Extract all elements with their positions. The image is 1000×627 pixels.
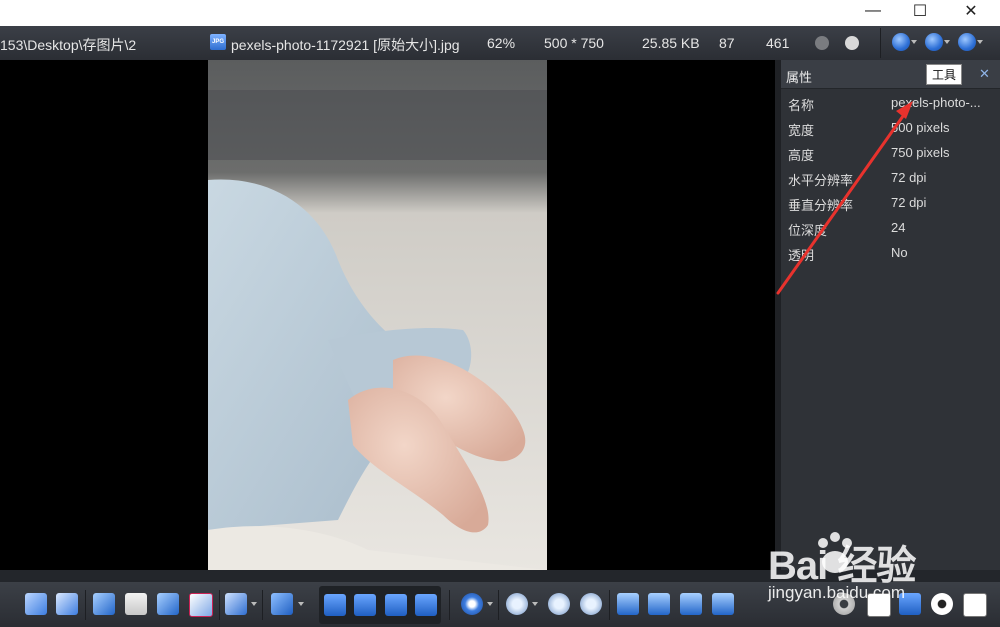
image-dimensions: 500 * 750	[544, 35, 604, 51]
annotation-arrow	[776, 101, 913, 295]
jpg-file-icon: JPG	[210, 34, 226, 50]
adjust-icon[interactable]	[189, 593, 213, 617]
close-button[interactable]: ✕	[948, 0, 994, 22]
layout-grid-icon[interactable]	[25, 593, 47, 615]
histogram-icon[interactable]	[125, 593, 147, 615]
file-name: pexels-photo-1172921 [原始大小].jpg	[231, 37, 460, 53]
maximize-icon: ☐	[912, 3, 928, 20]
minimize-button[interactable]: —	[850, 0, 896, 22]
watermark-url: jingyan.baidu.com	[768, 583, 906, 602]
first-image-icon[interactable]	[324, 594, 346, 616]
navigation-group	[319, 586, 441, 624]
prev-folder-icon[interactable]	[892, 33, 917, 51]
window-titlebar: — ☐ ✕	[0, 0, 1000, 26]
image-viewer[interactable]	[0, 60, 775, 570]
image-index: 87	[719, 35, 735, 51]
fit-window-icon[interactable]	[93, 593, 115, 615]
edit-icon[interactable]	[225, 593, 247, 615]
paw-icon	[818, 532, 852, 573]
panel-header: 属性 工具 ✕	[781, 60, 1000, 89]
crop-icon[interactable]	[157, 593, 179, 615]
close-icon: ✕	[964, 3, 978, 20]
panel-title: 属性	[786, 70, 813, 85]
layout-tile-icon[interactable]	[56, 593, 78, 615]
export-icon[interactable]	[271, 593, 293, 615]
status-dot-light[interactable]	[845, 36, 859, 50]
last-image-icon[interactable]	[415, 594, 437, 616]
zoom-level: 62%	[487, 35, 516, 51]
next-folder-icon[interactable]	[925, 33, 950, 51]
folder-path: 153\Desktop\存图片\2	[0, 37, 137, 53]
image-total: 461	[766, 35, 790, 51]
baby-feet-photo	[208, 60, 547, 570]
baidu-watermark: Bai 经验 jingyan.baidu.com	[768, 525, 1000, 615]
tools-tooltip: 工具	[926, 64, 963, 85]
minimize-icon: —	[865, 2, 881, 19]
file-size: 25.85 KB	[642, 35, 700, 51]
folder-nav-icon[interactable]	[958, 33, 983, 51]
previous-image-icon[interactable]	[354, 594, 376, 616]
status-dot-gray[interactable]	[815, 36, 829, 50]
panel-close-icon[interactable]: ✕	[979, 66, 990, 82]
image-info-bar: 153\Desktop\存图片\2 JPG pexels-photo-11729…	[0, 26, 1000, 60]
next-image-icon[interactable]	[385, 594, 407, 616]
maximize-button[interactable]: ☐	[897, 0, 943, 22]
